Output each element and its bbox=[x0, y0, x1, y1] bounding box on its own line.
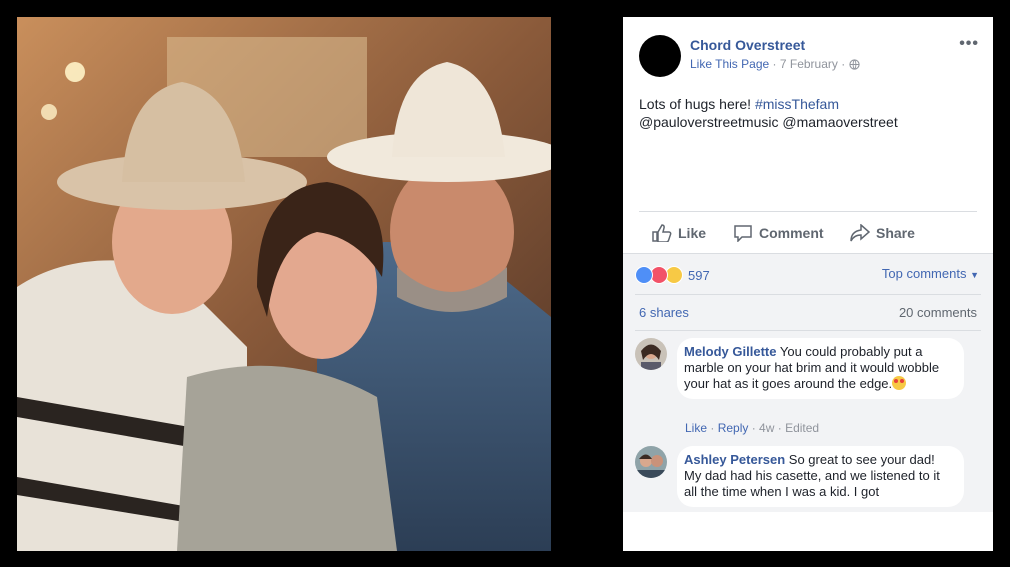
post-meta: Like This Page · 7 February · bbox=[690, 57, 860, 73]
thumbs-up-icon bbox=[652, 224, 672, 242]
post-date[interactable]: 7 February bbox=[780, 57, 838, 71]
post-photo[interactable] bbox=[17, 17, 551, 551]
commenter-name[interactable]: Melody Gillette bbox=[684, 344, 776, 359]
comment-bubble: Ashley Petersen So great to see your dad… bbox=[677, 446, 964, 507]
divider bbox=[635, 294, 981, 295]
commenter-avatar[interactable] bbox=[635, 446, 667, 478]
comments-area: 597 Top comments ▼ 6 shares 20 comments … bbox=[623, 253, 993, 551]
share-icon bbox=[850, 224, 870, 242]
comment-icon bbox=[734, 225, 752, 242]
like-button[interactable]: Like bbox=[652, 221, 706, 245]
divider bbox=[639, 211, 977, 212]
like-page-link[interactable]: Like This Page bbox=[690, 57, 769, 71]
globe-icon bbox=[848, 59, 860, 73]
heart-eyes-emoji-icon bbox=[892, 376, 907, 390]
reactions-count[interactable]: 597 bbox=[688, 268, 710, 283]
meta-separator: · bbox=[841, 57, 846, 71]
caret-down-icon: ▼ bbox=[970, 270, 979, 280]
share-button-label: Share bbox=[876, 225, 915, 241]
post-mentions[interactable]: @pauloverstreetmusic @mamaoverstreet bbox=[639, 114, 898, 130]
comments-count-link[interactable]: 20 comments bbox=[899, 305, 977, 320]
shares-link[interactable]: 6 shares bbox=[639, 305, 689, 320]
comment-like-link[interactable]: Like bbox=[685, 421, 707, 435]
post-header: Chord Overstreet Like This Page · 7 Febr… bbox=[639, 35, 979, 79]
post-text: Lots of hugs here! #missThefam @paulover… bbox=[639, 95, 979, 131]
comment-button-label: Comment bbox=[759, 225, 824, 241]
comment-button[interactable]: Comment bbox=[733, 221, 824, 245]
comment-reply-link[interactable]: Reply bbox=[718, 421, 749, 435]
like-reaction-icon bbox=[635, 266, 653, 284]
comment-edited: Edited bbox=[785, 421, 820, 435]
divider bbox=[635, 330, 981, 331]
commenter-name[interactable]: Ashley Petersen bbox=[684, 452, 785, 467]
comment-actions: Like · Reply · 4w · Edited bbox=[685, 421, 820, 435]
post-actions: Like Comment Share bbox=[639, 221, 977, 245]
post-options-button[interactable]: ••• bbox=[959, 35, 979, 53]
like-button-label: Like bbox=[678, 225, 707, 241]
comment-input-area bbox=[623, 512, 993, 551]
meta-separator: · bbox=[772, 57, 777, 71]
share-button[interactable]: Share bbox=[850, 221, 915, 245]
post-panel: Chord Overstreet Like This Page · 7 Febr… bbox=[623, 17, 993, 551]
commenter-avatar[interactable] bbox=[635, 338, 667, 370]
hashtag-link[interactable]: #missThefam bbox=[755, 96, 839, 112]
page-avatar[interactable] bbox=[639, 35, 681, 77]
top-comments-dropdown[interactable]: Top comments ▼ bbox=[882, 266, 979, 281]
comment-bubble: Melody Gillette You could probably put a… bbox=[677, 338, 964, 399]
family-photo-illustration bbox=[17, 17, 551, 551]
page-name-link[interactable]: Chord Overstreet bbox=[690, 37, 805, 53]
post-text-plain: Lots of hugs here! bbox=[639, 96, 755, 112]
comment-age[interactable]: 4w bbox=[759, 421, 774, 435]
top-comments-label: Top comments bbox=[881, 266, 967, 281]
reactions-summary[interactable]: 597 bbox=[635, 266, 710, 284]
